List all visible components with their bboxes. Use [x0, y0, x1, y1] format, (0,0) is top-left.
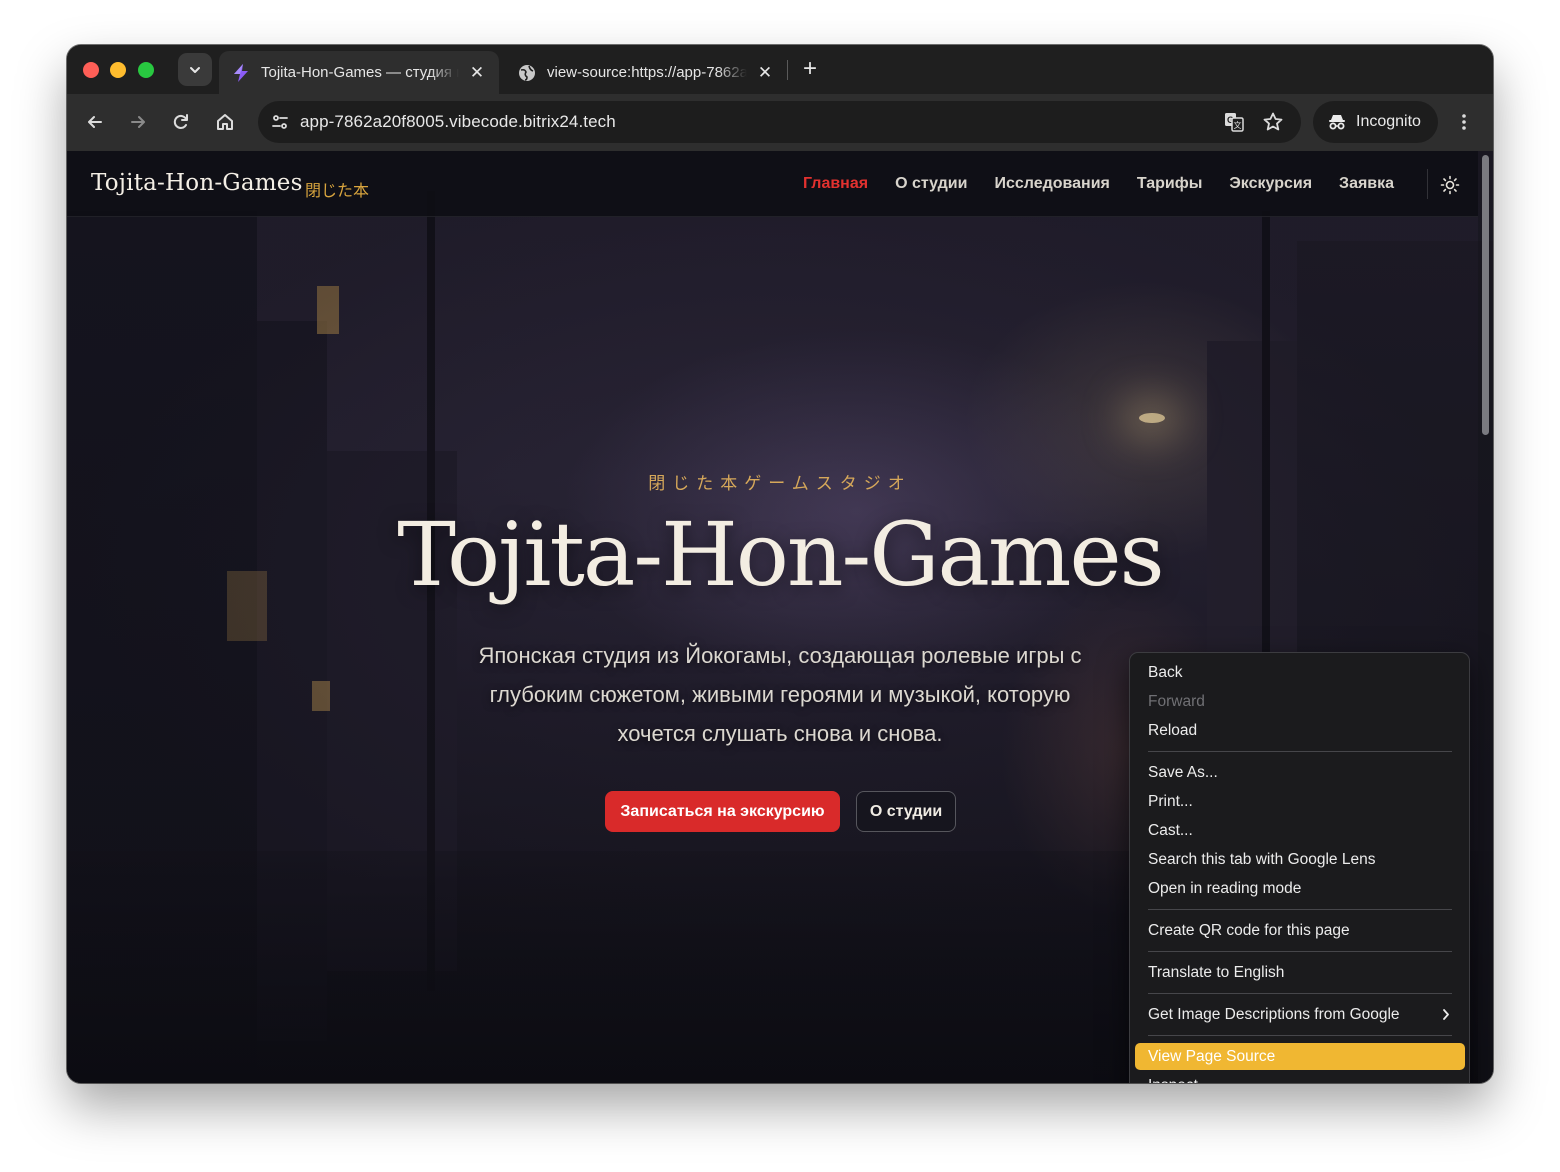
nav-application[interactable]: Заявка	[1339, 175, 1394, 193]
nav-pricing[interactable]: Тарифы	[1137, 175, 1203, 193]
menu-item-qr-code[interactable]: Create QR code for this page	[1130, 917, 1469, 944]
menu-separator	[1148, 909, 1452, 910]
svg-text:文: 文	[1234, 120, 1242, 130]
book-tour-button[interactable]: Записаться на экскурсию	[605, 791, 840, 832]
incognito-indicator[interactable]: Incognito	[1313, 101, 1438, 143]
page-viewport: Tojita-Hon-Games 閉じた本 Главная О студии И…	[67, 151, 1493, 1083]
close-icon[interactable]: ✕	[467, 63, 487, 83]
site-logo[interactable]: Tojita-Hon-Games	[91, 170, 303, 196]
site-nav: Главная О студии Исследования Тарифы Экс…	[803, 175, 1421, 193]
hero-kicker: 閉じた本ゲームスタジオ	[648, 474, 912, 493]
tab-title: Tojita-Hon-Games — студия игр	[261, 64, 459, 81]
plus-icon[interactable]: +	[797, 57, 823, 83]
incognito-icon	[1329, 115, 1345, 130]
menu-separator	[1148, 993, 1452, 994]
nav-home[interactable]: Главная	[803, 175, 868, 193]
context-menu: Back Forward Reload Save As... Print... …	[1129, 652, 1470, 1083]
tab-search-button[interactable]	[178, 53, 212, 86]
menu-item-inspect[interactable]: Inspect	[1130, 1072, 1469, 1083]
menu-item-reload[interactable]: Reload	[1130, 717, 1469, 744]
close-icon[interactable]: ✕	[755, 63, 775, 83]
scrollbar-thumb[interactable]	[1482, 155, 1489, 435]
reload-icon	[173, 114, 188, 129]
reload-button[interactable]	[167, 108, 195, 136]
maximize-window-button[interactable]	[138, 62, 154, 78]
nav-about[interactable]: О студии	[895, 175, 967, 193]
hero-subtitle: Японская студия из Йокогамы, создающая р…	[478, 643, 1082, 746]
nav-tour[interactable]: Экскурсия	[1229, 175, 1312, 193]
kebab-menu-icon[interactable]	[1452, 108, 1476, 136]
menu-item-label: Get Image Descriptions from Google	[1148, 1006, 1400, 1023]
tab-tojita[interactable]: Tojita-Hon-Games — студия игр ✕	[219, 51, 499, 94]
site-settings-icon[interactable]	[266, 108, 294, 136]
tab-strip: Tojita-Hon-Games — студия игр ✕ view-sou…	[67, 45, 1493, 94]
page-scrollbar[interactable]	[1478, 151, 1493, 1083]
menu-separator	[1148, 951, 1452, 952]
incognito-label: Incognito	[1356, 113, 1421, 130]
home-icon	[217, 114, 233, 130]
menu-item-google-lens[interactable]: Search this tab with Google Lens	[1130, 846, 1469, 873]
home-button[interactable]	[211, 108, 239, 136]
menu-separator	[1148, 1035, 1452, 1036]
menu-item-save-as[interactable]: Save As...	[1130, 759, 1469, 786]
sun-icon	[1440, 175, 1460, 195]
theme-toggle-button[interactable]	[1438, 173, 1462, 197]
translate-icon[interactable]: G文	[1222, 110, 1246, 134]
menu-item-cast[interactable]: Cast...	[1130, 817, 1469, 844]
browser-toolbar: app-7862a20f8005.vibecode.bitrix24.tech …	[67, 94, 1493, 151]
menu-item-back[interactable]: Back	[1130, 659, 1469, 686]
browser-window: Tojita-Hon-Games — студия игр ✕ view-sou…	[67, 45, 1493, 1083]
nav-divider	[1427, 169, 1428, 199]
site-header: Tojita-Hon-Games 閉じた本 Главная О студии И…	[67, 151, 1478, 217]
hero-title: Tojita-Hon-Games	[397, 503, 1164, 606]
menu-item-print[interactable]: Print...	[1130, 788, 1469, 815]
menu-separator	[1148, 751, 1452, 752]
close-window-button[interactable]	[83, 62, 99, 78]
tab-separator	[787, 60, 788, 80]
forward-button[interactable]	[124, 108, 152, 136]
globe-icon	[517, 63, 537, 83]
chevron-right-icon	[1441, 1001, 1451, 1037]
menu-item-image-descriptions[interactable]: Get Image Descriptions from Google	[1130, 1001, 1469, 1028]
tab-title: view-source:https://app-7862a20f8005	[547, 64, 747, 81]
nav-research[interactable]: Исследования	[994, 175, 1109, 193]
menu-item-forward: Forward	[1148, 693, 1205, 710]
about-studio-button[interactable]: О студии	[856, 791, 956, 832]
menu-item-reading-mode[interactable]: Open in reading mode	[1130, 875, 1469, 902]
url-text: app-7862a20f8005.vibecode.bitrix24.tech	[300, 112, 616, 131]
forward-arrow-icon	[131, 116, 145, 128]
back-arrow-icon	[88, 116, 102, 128]
menu-item-translate[interactable]: Translate to English	[1130, 959, 1469, 986]
minimize-window-button[interactable]	[110, 62, 126, 78]
tab-view-source[interactable]: view-source:https://app-7862a20f8005 ✕	[505, 51, 787, 94]
tab-search-icon	[190, 66, 200, 73]
star-icon[interactable]	[1261, 110, 1285, 134]
back-button[interactable]	[81, 108, 109, 136]
address-bar[interactable]: app-7862a20f8005.vibecode.bitrix24.tech …	[258, 101, 1301, 143]
site-logo-jp: 閉じた本	[305, 183, 370, 200]
bolt-favicon-icon	[231, 63, 251, 83]
menu-item-view-page-source[interactable]: View Page Source	[1135, 1043, 1465, 1070]
